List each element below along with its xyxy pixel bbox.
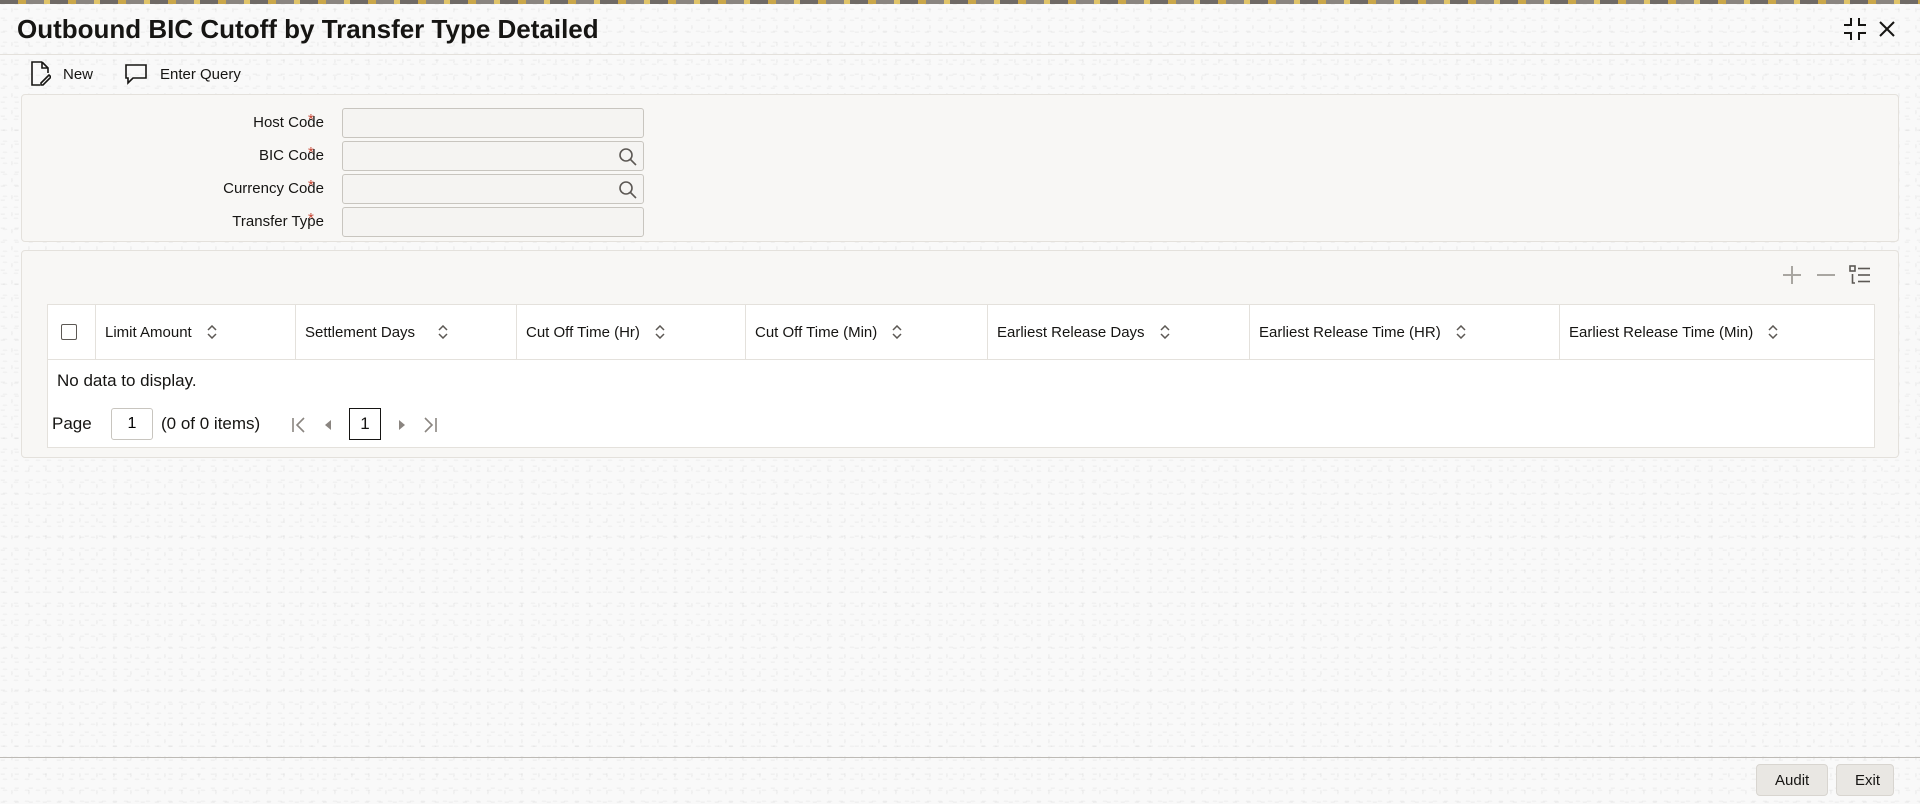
cutoff-table: Limit Amount Settlement Days Cut Off Tim… <box>47 304 1875 448</box>
host-code-row: Host Code * <box>22 108 722 140</box>
select-all-cell <box>48 305 96 359</box>
page-title: Outbound BIC Cutoff by Transfer Type Det… <box>17 14 599 44</box>
bic-code-search-icon[interactable] <box>618 147 638 167</box>
search-form-panel: Host Code * BIC Code * Currency Code * T… <box>21 94 1899 242</box>
page-number-input[interactable] <box>111 408 153 440</box>
host-code-input[interactable] <box>342 108 644 138</box>
enter-query-button-label: Enter Query <box>160 65 241 83</box>
sort-icon[interactable] <box>1455 325 1467 339</box>
required-marker: * <box>308 111 314 128</box>
currency-code-input[interactable] <box>342 174 644 204</box>
grid-toolbar <box>1780 263 1872 289</box>
cutoff-grid-panel: Limit Amount Settlement Days Cut Off Tim… <box>21 250 1899 458</box>
new-document-icon <box>31 61 51 86</box>
transfer-type-input[interactable] <box>342 207 644 237</box>
required-marker: * <box>308 210 314 227</box>
toolbar: New Enter Query <box>0 54 1920 93</box>
enter-query-button[interactable]: Enter Query <box>124 55 241 93</box>
empty-table-message: No data to display. <box>57 371 197 390</box>
page-label: Page <box>52 414 92 433</box>
sort-icon[interactable] <box>206 325 218 339</box>
current-page-button[interactable]: 1 <box>349 408 381 440</box>
transfer-type-row: Transfer Type * <box>22 207 722 239</box>
currency-code-search-icon[interactable] <box>618 180 638 200</box>
next-page-icon[interactable] <box>393 416 411 434</box>
required-marker: * <box>308 144 314 161</box>
sort-icon[interactable] <box>1159 325 1171 339</box>
close-window-icon[interactable] <box>1874 16 1900 42</box>
sort-icon[interactable] <box>1767 325 1779 339</box>
column-header-earliest-release-time-hr[interactable]: Earliest Release Time (HR) <box>1250 305 1560 359</box>
bic-code-input[interactable] <box>342 141 644 171</box>
select-all-checkbox[interactable] <box>61 324 77 340</box>
column-header-cut-off-time-min[interactable]: Cut Off Time (Min) <box>746 305 988 359</box>
chat-bubble-icon <box>125 64 147 85</box>
audit-button[interactable]: Audit <box>1756 764 1828 796</box>
minimize-window-icon[interactable] <box>1842 16 1868 42</box>
footer-bar: Audit Exit <box>0 757 1920 804</box>
bic-code-label: BIC Code <box>258 147 324 164</box>
last-page-icon[interactable] <box>421 416 439 434</box>
sort-icon[interactable] <box>654 325 666 339</box>
table-header: Limit Amount Settlement Days Cut Off Tim… <box>48 305 1874 360</box>
currency-code-row: Currency Code * <box>22 174 722 206</box>
item-count: (0 of 0 items) <box>161 414 261 433</box>
add-row-icon[interactable] <box>1780 263 1804 287</box>
column-header-cut-off-time-hr[interactable]: Cut Off Time (Hr) <box>517 305 746 359</box>
new-button-label: New <box>63 65 94 83</box>
bic-code-row: BIC Code * <box>22 141 722 173</box>
sort-icon[interactable] <box>437 325 449 339</box>
delete-row-icon[interactable] <box>1814 263 1838 287</box>
previous-page-icon[interactable] <box>319 416 337 434</box>
exit-button[interactable]: Exit <box>1836 764 1894 796</box>
title-bar: Outbound BIC Cutoff by Transfer Type Det… <box>0 4 1920 54</box>
column-header-limit-amount[interactable]: Limit Amount <box>96 305 296 359</box>
pagination: Page (0 of 0 items) 1 <box>52 408 552 440</box>
single-view-icon[interactable] <box>1848 263 1872 287</box>
column-header-earliest-release-days[interactable]: Earliest Release Days <box>988 305 1250 359</box>
column-header-earliest-release-time-min[interactable]: Earliest Release Time (Min) <box>1560 305 1874 359</box>
column-header-settlement-days[interactable]: Settlement Days <box>296 305 517 359</box>
first-page-icon[interactable] <box>290 416 308 434</box>
sort-icon[interactable] <box>891 325 903 339</box>
new-button[interactable]: New <box>29 55 93 93</box>
required-marker: * <box>308 177 314 194</box>
